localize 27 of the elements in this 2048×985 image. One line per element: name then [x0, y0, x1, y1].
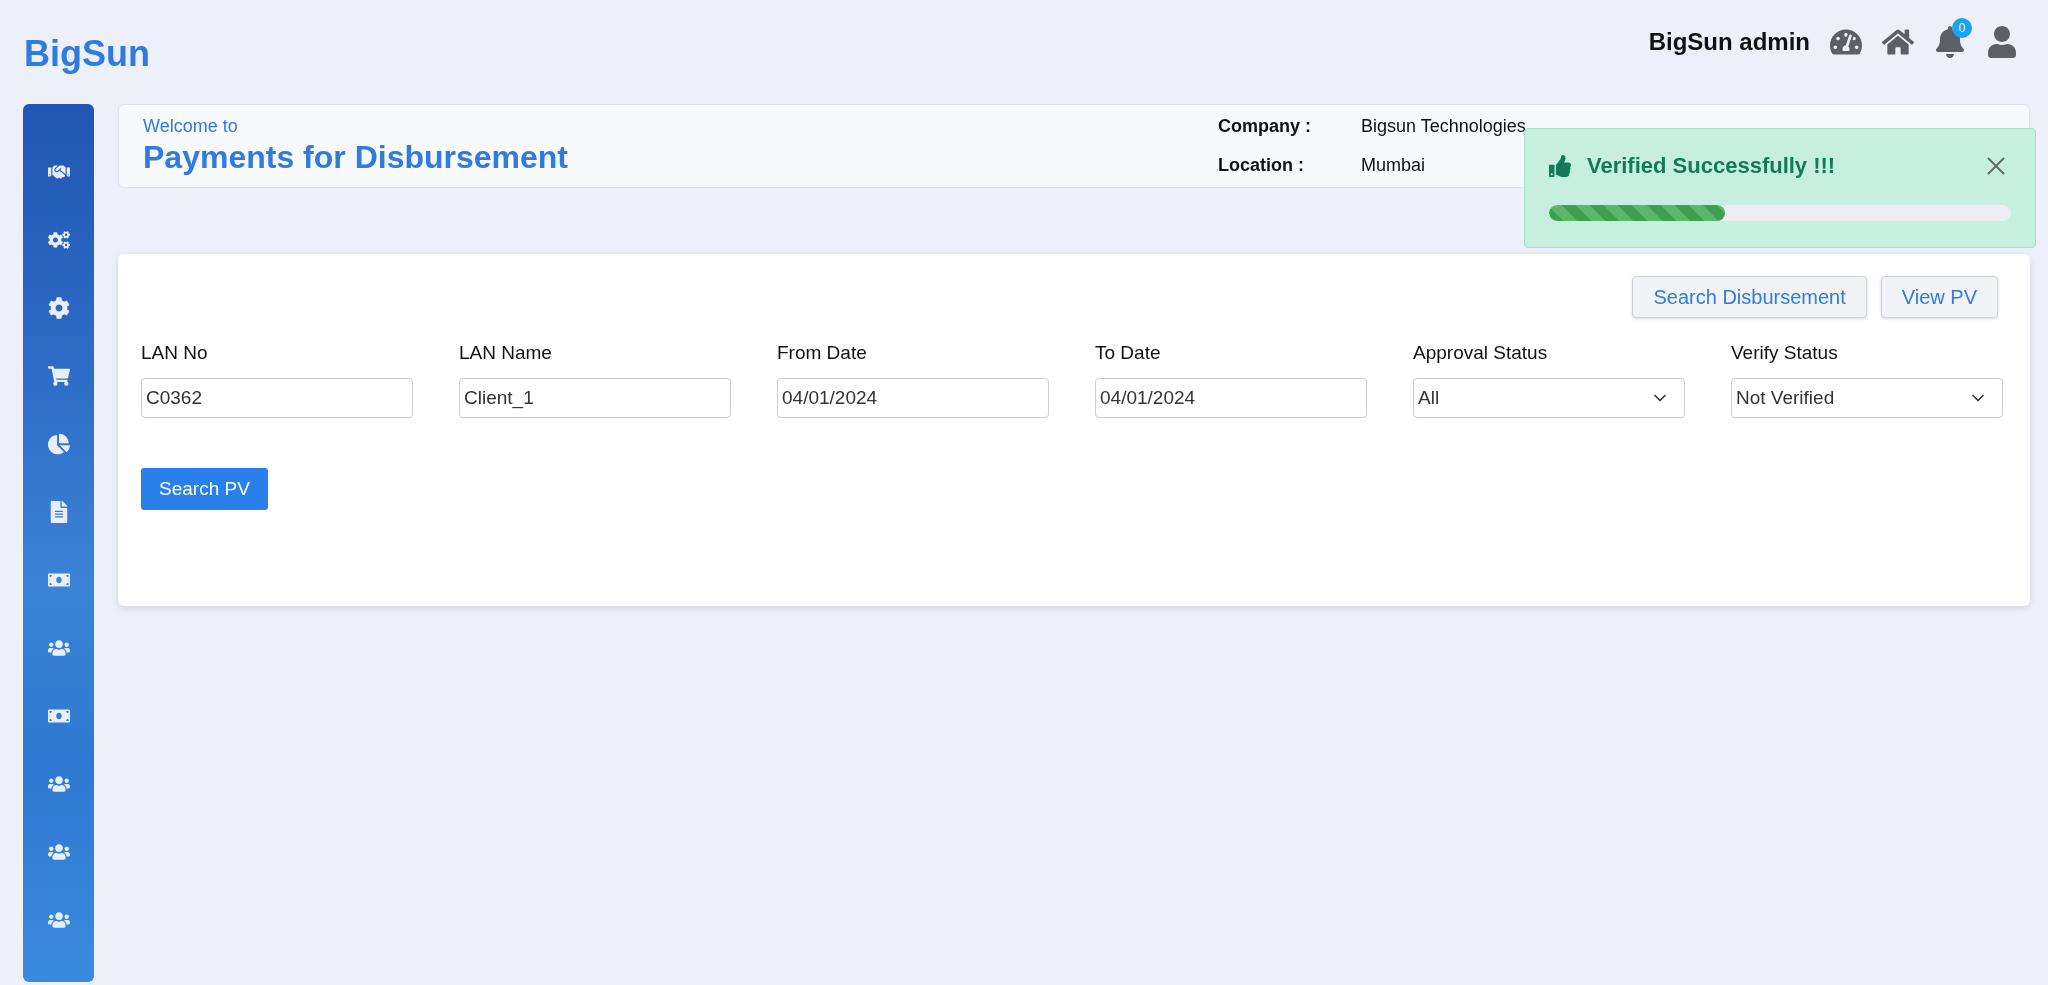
user-name: BigSun admin [1648, 28, 1810, 56]
thumbs-up-icon [1549, 155, 1571, 177]
info-label: Company : [1218, 116, 1311, 137]
welcome-text: Welcome to [143, 116, 239, 137]
input-field[interactable]: C0362 [141, 378, 413, 418]
field-label: To Date [1095, 342, 1162, 364]
field-label: From Date [777, 342, 868, 364]
dropdown[interactable]: All [1413, 378, 1685, 418]
input-field[interactable]: Client_1 [459, 378, 731, 418]
info-value: Mumbai [1361, 155, 1426, 176]
input-field[interactable]: 04/01/2024 [777, 378, 1049, 418]
search-button[interactable]: Search PV [141, 468, 268, 510]
field-label: LAN Name [459, 342, 553, 364]
input-field[interactable]: 04/01/2024 [1095, 378, 1367, 418]
dropdown[interactable]: Not Verified [1731, 378, 2003, 418]
notification-badge: 0 [1952, 18, 1972, 38]
page-title: Payments for Disbursement [143, 139, 568, 176]
toast-message: Verified Successfully !!! [1587, 153, 1837, 179]
info-label: Location : [1218, 155, 1304, 176]
field-label: Approval Status [1413, 342, 1549, 364]
action-button[interactable]: Search Disbursement [1632, 276, 1867, 318]
action-button[interactable]: View PV [1880, 276, 1998, 318]
brand-logo: BigSun [24, 33, 150, 75]
field-label: Verify Status [1731, 342, 1839, 364]
user-icon[interactable] [1986, 26, 2018, 58]
info-value: Bigsun Technologies [1361, 116, 1526, 137]
field-label: LAN No [141, 342, 209, 364]
